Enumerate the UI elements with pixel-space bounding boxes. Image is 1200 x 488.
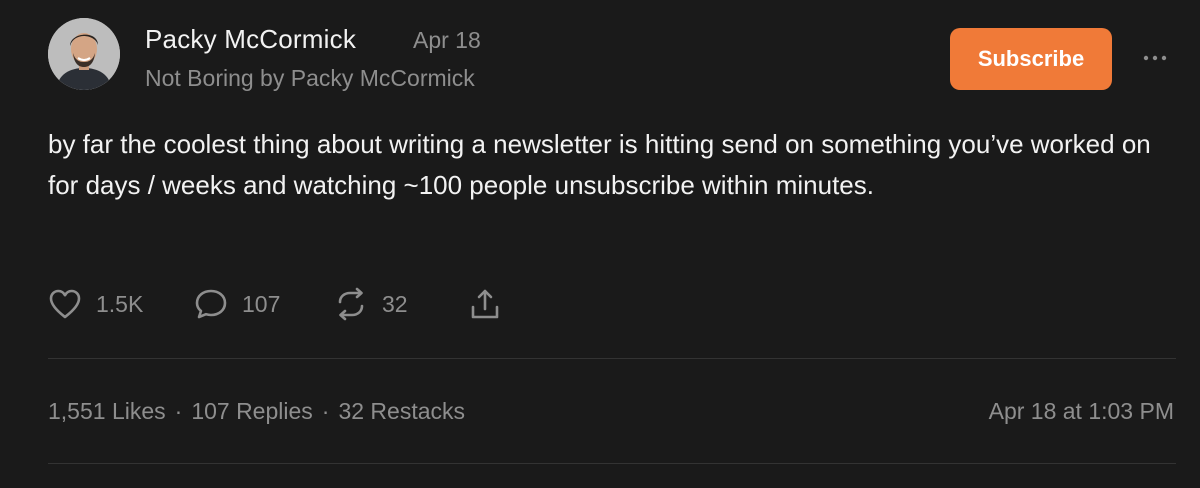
publication-name[interactable]: Not Boring by Packy McCormick [145, 65, 475, 92]
engagement-stats: 1,551 Likes · 107 Replies · 32 Restacks [48, 398, 465, 425]
heart-icon [48, 288, 82, 320]
note-post: Packy McCormick Apr 18 Not Boring by Pac… [0, 0, 1200, 488]
divider [48, 463, 1176, 464]
restack-button[interactable]: 32 [334, 284, 408, 324]
comment-count: 107 [242, 290, 281, 317]
divider [48, 358, 1176, 359]
post-date[interactable]: Apr 18 [413, 27, 481, 54]
share-button[interactable] [468, 284, 502, 324]
more-options-button[interactable] [1140, 48, 1170, 68]
like-button[interactable]: 1.5K [48, 284, 143, 324]
restacks-stat[interactable]: 32 Restacks [338, 398, 465, 424]
author-name[interactable]: Packy McCormick [145, 24, 356, 55]
avatar[interactable] [48, 18, 120, 90]
like-count: 1.5K [96, 290, 144, 317]
post-timestamp[interactable]: Apr 18 at 1:03 PM [989, 398, 1174, 425]
likes-stat[interactable]: 1,551 Likes [48, 398, 166, 424]
subscribe-button[interactable]: Subscribe [950, 28, 1112, 90]
separator: · [174, 398, 183, 424]
comment-bubble-icon [194, 287, 228, 321]
replies-stat[interactable]: 107 Replies [191, 398, 312, 424]
comment-button[interactable]: 107 [194, 284, 280, 324]
avatar-image [48, 18, 120, 90]
separator: · [321, 398, 330, 424]
restack-count: 32 [382, 290, 408, 317]
more-dots-icon [1143, 55, 1167, 61]
share-icon [468, 287, 502, 321]
post-body: by far the coolest thing about writing a… [48, 129, 1151, 200]
restack-arrows-icon [334, 287, 368, 321]
